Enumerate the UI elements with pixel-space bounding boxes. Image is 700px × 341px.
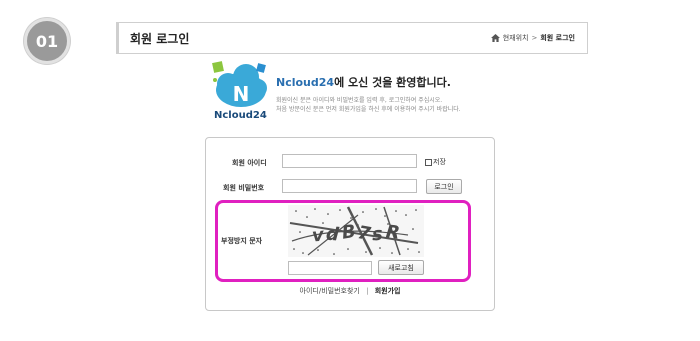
- svg-text:s: s: [371, 224, 383, 246]
- id-label: 회원 아이디: [232, 159, 267, 167]
- welcome-heading: Ncloud24에 오신 것을 환영합니다.: [276, 74, 451, 90]
- svg-text:B: B: [341, 221, 358, 244]
- footer-links: 아이디/비밀번호찾기 | 회원가입: [206, 286, 494, 296]
- footer-separator: |: [366, 287, 369, 295]
- breadcrumb-prefix: 현재위치: [502, 34, 529, 42]
- home-icon: [490, 34, 500, 42]
- find-id-password-link[interactable]: 아이디/비밀번호찾기: [300, 287, 360, 295]
- step-badge: 01: [24, 18, 70, 64]
- captcha-input[interactable]: [288, 261, 372, 275]
- password-label: 회원 비밀번호: [223, 184, 265, 192]
- welcome-subtext-line1: 회원이신 분은 아이디와 비밀번호를 입력 후, 로그인하여 주십시오.: [276, 97, 443, 104]
- page-header: 회원 로그인 현재위치 > 회원 로그인: [116, 22, 588, 54]
- save-checkbox-box[interactable]: [425, 158, 432, 166]
- login-button[interactable]: 로그인: [426, 179, 462, 194]
- captcha-label: 부정방지 문자: [221, 237, 263, 245]
- breadcrumb-separator: >: [531, 34, 538, 42]
- welcome-subtext: 회원이신 분은 아이디와 비밀번호를 입력 후, 로그인하여 주십시오. 처음 …: [276, 96, 461, 114]
- breadcrumb: 현재위치 > 회원 로그인: [490, 33, 575, 43]
- signup-link[interactable]: 회원가입: [375, 287, 401, 295]
- svg-text:R: R: [385, 221, 401, 243]
- page-title: 회원 로그인: [130, 32, 190, 46]
- save-id-checkbox[interactable]: 저장: [425, 157, 446, 167]
- captcha-image: v d B 7 s R: [288, 205, 424, 257]
- login-form: 회원 아이디 저장 회원 비밀번호 로그인 부정방지 문자 v d B 7 s …: [205, 137, 495, 311]
- breadcrumb-current: 회원 로그인: [540, 34, 575, 42]
- refresh-captcha-button[interactable]: 새로고침: [378, 260, 424, 275]
- svg-text:N: N: [233, 82, 250, 106]
- welcome-rest: 에 오신 것을 환영합니다.: [334, 76, 451, 89]
- welcome-brand: Ncloud24: [276, 76, 335, 89]
- logo-text: Ncloud24: [214, 110, 267, 121]
- id-input[interactable]: [282, 154, 417, 168]
- captcha-highlight: 부정방지 문자 v d B 7 s R 새로고침: [215, 200, 471, 282]
- save-label: 저장: [433, 158, 446, 166]
- password-input[interactable]: [282, 179, 417, 193]
- welcome-subtext-line2: 처음 방문이신 분은 먼저 회원가입을 하신 후에 이용하여 주시기 바랍니다.: [276, 106, 461, 113]
- brand-section: N Ncloud24 Ncloud24에 오신 것을 환영합니다. 회원이신 분…: [210, 60, 500, 130]
